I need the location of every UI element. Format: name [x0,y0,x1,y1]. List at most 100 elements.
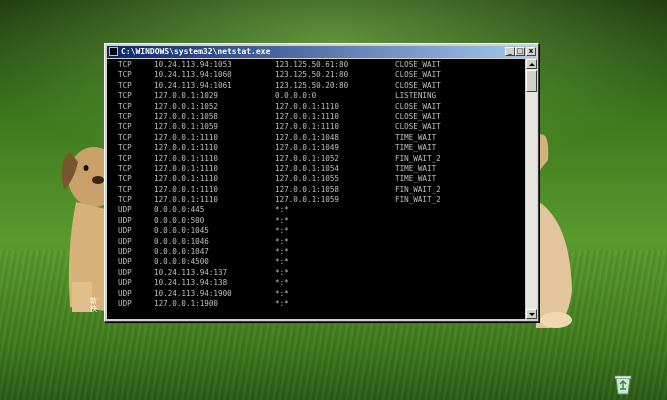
local-address-cell: 0.0.0.0:1045 [154,226,209,236]
connection-row: TCP 127.0.0.1:1110 127.0.0.1:1058 FIN_WAIT_… [116,185,525,195]
local-address-cell: 127.0.0.1:1110 [154,153,219,163]
foreign-address-cell: 127.0.0.1:1054 [275,163,340,173]
maximize-button[interactable]: □ [515,47,525,56]
local-address-cell: 127.0.0.1:1110 [154,132,219,142]
foreign-address-cell: 123.125.50.21:80 [275,70,349,80]
connection-row: TCP 127.0.0.1:1110 127.0.0.1:1052 FIN_WAIT_… [116,154,525,164]
connection-row: TCP 127.0.0.1:1059 127.0.0.1:1110 CLOSE_WAI… [116,122,525,132]
connection-row: TCP 127.0.0.1:1029 0.0.0.0:0 LISTENING [116,91,525,101]
minimize-button[interactable]: _ [505,47,515,56]
protocol-cell: TCP [118,174,132,184]
connection-row: UDP 0.0.0.0:4500 *:* [116,257,525,267]
connection-row: TCP 127.0.0.1:1110 127.0.0.1:1059 FIN_WAIT_… [116,195,525,205]
foreign-address-cell: 127.0.0.1:1110 [275,122,340,132]
foreign-address-cell: *:* [275,257,289,267]
vertical-scrollbar[interactable] [526,59,537,319]
protocol-cell: UDP [118,205,132,215]
protocol-cell: UDP [118,278,132,288]
protocol-cell: TCP [118,60,132,69]
state-cell: LISTENING [395,91,437,101]
protocol-cell: TCP [118,101,132,111]
connection-row: TCP 127.0.0.1:1110 127.0.0.1:1049 TIME_WAIT [116,143,525,153]
console-output[interactable]: TCP 10.24.113.94:1053 123.125.50.61:80 CLOS… [107,59,525,319]
foreign-address-cell: *:* [275,226,289,236]
protocol-cell: TCP [118,122,132,132]
protocol-cell: UDP [118,288,132,298]
netstat-table: TCP 10.24.113.94:1053 123.125.50.61:80 CLOS… [116,60,525,309]
scroll-down-button[interactable] [526,309,537,319]
foreign-address-cell: *:* [275,278,289,288]
local-address-cell: 10.24.113.94:1053 [154,60,232,69]
state-cell: FIN_WAIT_2 [395,153,441,163]
state-cell: TIME_WAIT [395,132,437,142]
foreign-address-cell: *:* [275,267,289,277]
recycle-bin-icon[interactable] [612,373,634,395]
connection-row: TCP 127.0.0.1:1110 127.0.0.1:1054 TIME_WAIT [116,164,525,174]
console-app-icon [109,47,118,56]
state-cell: TIME_WAIT [395,163,437,173]
foreign-address-cell: 0.0.0.0:0 [275,91,317,101]
connection-row: UDP 10.24.113.94:137 *:* [116,268,525,278]
local-address-cell: 127.0.0.1:1110 [154,143,219,153]
protocol-cell: TCP [118,153,132,163]
connection-row: TCP 10.24.113.94:1060 123.125.50.21:80 CLOS… [116,70,525,80]
state-cell: CLOSE_WAIT [395,60,441,69]
connection-row: UDP 0.0.0.0:1046 *:* [116,237,525,247]
foreign-address-cell: 127.0.0.1:1048 [275,132,340,142]
local-address-cell: 10.24.113.94:1060 [154,70,232,80]
connection-row: TCP 127.0.0.1:1058 127.0.0.1:1110 CLOSE_WAI… [116,112,525,122]
foreign-address-cell: 127.0.0.1:1110 [275,111,340,121]
state-cell: TIME_WAIT [395,143,437,153]
protocol-cell: UDP [118,247,132,257]
protocol-cell: TCP [118,143,132,153]
protocol-cell: TCP [118,195,132,205]
local-address-cell: 10.24.113.94:137 [154,267,228,277]
local-address-cell: 127.0.0.1:1110 [154,184,219,194]
close-button[interactable]: x [526,47,536,56]
protocol-cell: UDP [118,236,132,246]
foreign-address-cell: 123.125.50.61:80 [275,60,349,69]
window-titlebar[interactable]: C:\WINDOWS\system32\netstat.exe _ □ x [107,46,536,58]
local-address-cell: 0.0.0.0:1046 [154,236,209,246]
arrow-down-icon [529,313,535,316]
local-address-cell: 0.0.0.0:4500 [154,257,209,267]
local-address-cell: 0.0.0.0:1047 [154,247,209,257]
protocol-cell: UDP [118,298,132,308]
foreign-address-cell: *:* [275,236,289,246]
local-address-cell: 127.0.0.1:1900 [154,298,219,308]
state-cell: CLOSE_WAIT [395,111,441,121]
connection-row: UDP 0.0.0.0:500 *:* [116,216,525,226]
protocol-cell: TCP [118,184,132,194]
local-address-cell: 10.24.113.94:1900 [154,288,232,298]
local-address-cell: 127.0.0.1:1110 [154,163,219,173]
foreign-address-cell: 127.0.0.1:1110 [275,101,340,111]
foreign-address-cell: *:* [275,247,289,257]
state-cell: CLOSE_WAIT [395,70,441,80]
state-cell: FIN_WAIT_2 [395,184,441,194]
scroll-up-button[interactable] [526,59,537,69]
foreign-address-cell: 123.125.50.20:80 [275,80,349,90]
state-cell: FIN_WAIT_2 [395,195,441,205]
connection-row: TCP 10.24.113.94:1053 123.125.50.61:80 CLOS… [116,60,525,70]
state-cell: TIME_WAIT [395,174,437,184]
protocol-cell: UDP [118,226,132,236]
connection-row: TCP 127.0.0.1:1110 127.0.0.1:1055 TIME_WAIT [116,174,525,184]
protocol-cell: TCP [118,163,132,173]
desktop-icon-label-partial[interactable]: 新 快 [90,297,104,313]
protocol-cell: UDP [118,215,132,225]
local-address-cell: 127.0.0.1:1058 [154,111,219,121]
arrow-up-icon [529,63,535,66]
connection-row: UDP 10.24.113.94:1900 *:* [116,289,525,299]
local-address-cell: 127.0.0.1:1059 [154,122,219,132]
protocol-cell: TCP [118,91,132,101]
connection-row: UDP 0.0.0.0:1047 *:* [116,247,525,257]
protocol-cell: TCP [118,111,132,121]
foreign-address-cell: 127.0.0.1:1052 [275,153,340,163]
foreign-address-cell: 127.0.0.1:1055 [275,174,340,184]
connection-row: UDP 127.0.0.1:1900 *:* [116,299,525,309]
connection-row: TCP 10.24.113.94:1061 123.125.50.20:80 CLOS… [116,81,525,91]
desktop-background: 新 快 C:\WINDOWS\system32\netstat.exe _ □ … [0,0,667,400]
console-window[interactable]: C:\WINDOWS\system32\netstat.exe _ □ x TC… [104,43,539,322]
connection-row: TCP 127.0.0.1:1110 127.0.0.1:1048 TIME_WAIT [116,133,525,143]
scroll-thumb[interactable] [526,70,537,92]
